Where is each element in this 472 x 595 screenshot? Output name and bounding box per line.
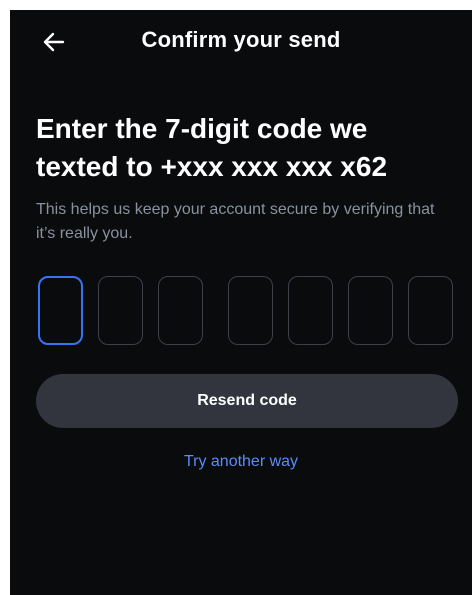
code-digit-input-1[interactable]: [38, 276, 83, 345]
phone-screen: Confirm your send Enter the 7-digit code…: [10, 10, 472, 595]
header-title: Confirm your send: [141, 27, 341, 52]
code-digit-input-3[interactable]: [158, 276, 203, 345]
code-digit-input-5[interactable]: [288, 276, 333, 345]
header: Confirm your send: [10, 10, 472, 72]
resend-code-button[interactable]: Resend code: [36, 374, 458, 428]
code-digit-input-2[interactable]: [98, 276, 143, 345]
page-heading: Enter the 7-digit code we texted to +xxx…: [36, 113, 388, 182]
code-digit-input-4[interactable]: [228, 276, 273, 345]
code-digit-input-7[interactable]: [408, 276, 453, 345]
try-another-way-link[interactable]: Try another way: [10, 453, 472, 471]
code-digit-input-6[interactable]: [348, 276, 393, 345]
helper-text: This helps us keep your account secure b…: [36, 201, 435, 242]
code-input-row: [38, 276, 472, 348]
